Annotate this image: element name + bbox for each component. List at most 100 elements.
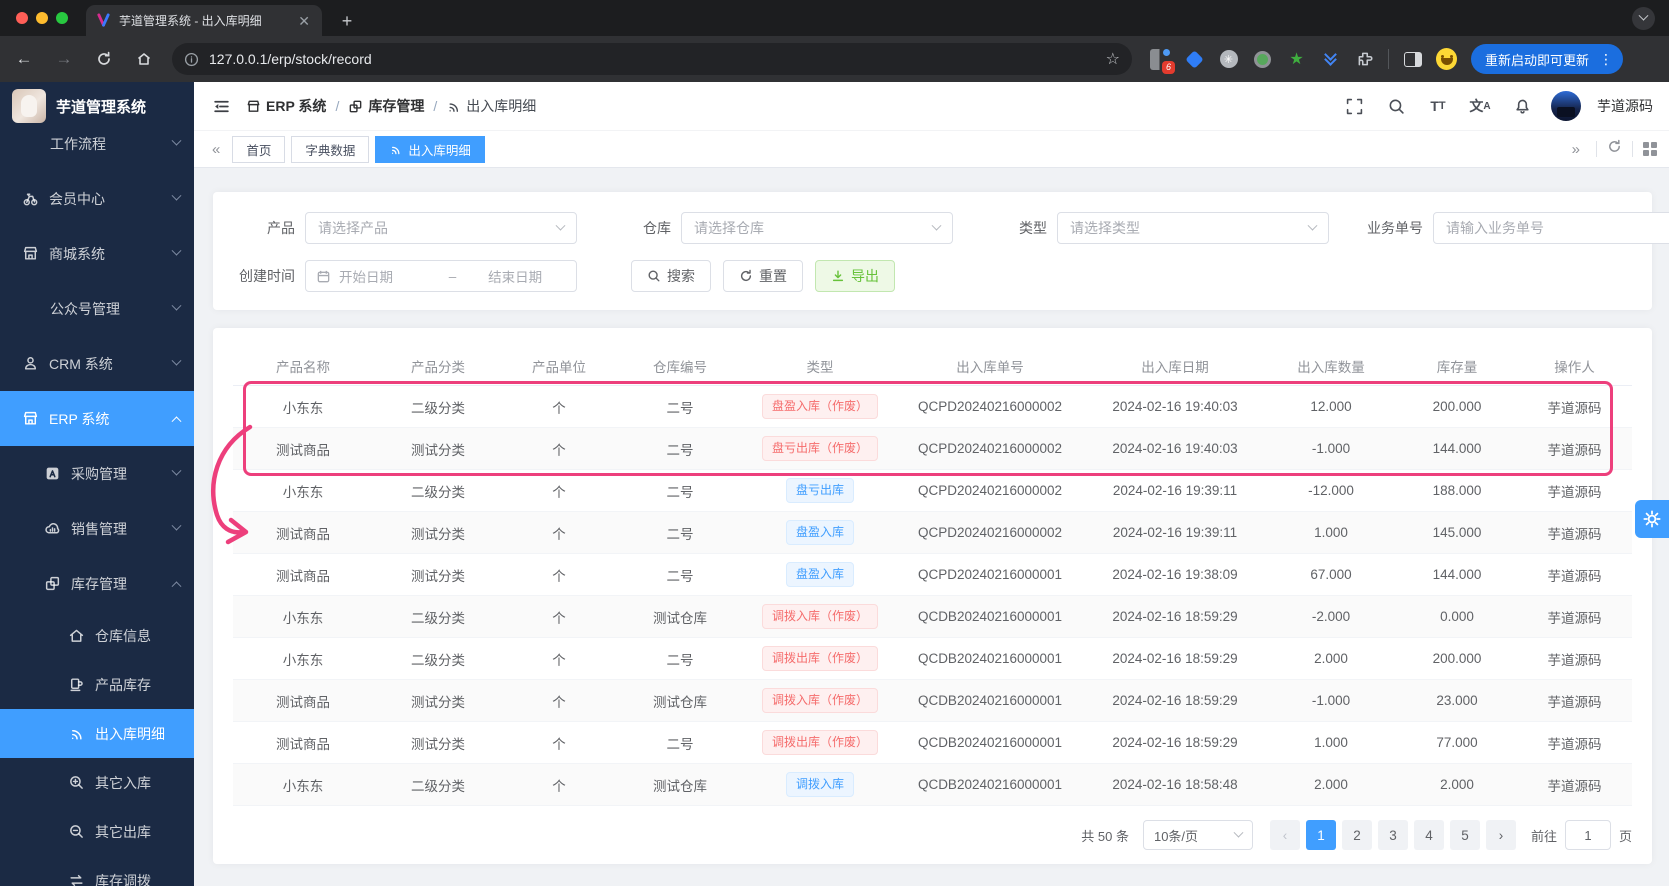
extension-grid-icon[interactable]: 6	[1150, 48, 1175, 74]
cell-no: QCPD20240216000001	[917, 567, 1063, 582]
bookmark-star-icon[interactable]: ☆	[1106, 49, 1120, 69]
page-1-button[interactable]: 1	[1305, 820, 1336, 850]
export-button[interactable]: 导出	[815, 260, 895, 292]
create-time-label: 创建时间	[239, 268, 295, 284]
calendar-icon	[317, 270, 330, 282]
prev-page-button[interactable]: ‹	[1269, 820, 1300, 850]
product-select[interactable]: 请选择产品	[305, 212, 577, 244]
type-select[interactable]: 请选择类型	[1057, 212, 1329, 244]
zoom-out-icon	[68, 823, 85, 840]
profile-avatar-emoji[interactable]	[1436, 48, 1457, 70]
search-button[interactable]: 搜索	[631, 260, 711, 292]
bell-icon[interactable]	[1509, 93, 1535, 119]
sidebar-item-stock-record[interactable]: 出入库明细	[0, 709, 194, 758]
back-icon[interactable]: ←	[8, 43, 40, 75]
side-panel-icon[interactable]	[1402, 49, 1423, 70]
language-icon[interactable]: 文A	[1467, 93, 1493, 119]
sidebar-item-sale[interactable]: 销售管理	[0, 501, 194, 556]
cell-qty: 12.000	[1310, 399, 1352, 414]
browser-update-button[interactable]: 重新启动即可更新 ⋮	[1471, 44, 1624, 74]
extensions-puzzle-icon[interactable]	[1354, 49, 1375, 70]
warehouse-label: 仓库	[643, 220, 671, 236]
address-bar[interactable]: 127.0.0.1/erp/stock/record ☆	[172, 43, 1132, 75]
breadcrumb-separator: /	[433, 98, 438, 114]
breadcrumb-stock[interactable]: 库存管理	[348, 96, 424, 116]
sidebar-item-product-stock[interactable]: 产品库存	[0, 660, 194, 709]
sidebar-item-member[interactable]: 会员中心	[0, 171, 194, 226]
fullscreen-icon[interactable]	[1341, 93, 1367, 119]
site-info-icon[interactable]	[184, 52, 199, 67]
reset-button[interactable]: 重置	[723, 260, 803, 292]
tab-stock-record[interactable]: 出入库明细	[375, 135, 485, 163]
sidebar-item-warehouse-info[interactable]: 仓库信息	[0, 611, 194, 660]
font-size-icon[interactable]: TT	[1425, 93, 1451, 119]
minimize-window-button[interactable]	[36, 12, 48, 24]
user-avatar[interactable]	[1551, 91, 1581, 121]
next-page-button[interactable]: ›	[1485, 820, 1516, 850]
close-window-button[interactable]	[16, 12, 28, 24]
scroll-tabs-right-icon[interactable]: »	[1566, 141, 1586, 158]
zoom-in-icon	[68, 774, 85, 791]
cell-type: 盘盈入库	[745, 520, 895, 545]
extension-gem-icon[interactable]	[1184, 49, 1205, 70]
cell-operator: 芋道源码	[1547, 694, 1602, 710]
sidebar-item-crm[interactable]: CRM 系统	[0, 336, 194, 391]
layout-grid-icon[interactable]	[1643, 142, 1657, 156]
tab-search-button[interactable]	[1632, 7, 1655, 30]
new-tab-button[interactable]: +	[334, 8, 360, 34]
sidebar-item-mp[interactable]: 公众号管理	[0, 281, 194, 336]
reload-icon[interactable]	[88, 43, 120, 75]
tab-close-icon[interactable]: ✕	[296, 14, 312, 28]
cell-operator: 芋道源码	[1547, 484, 1602, 500]
sidebar-item-purchase[interactable]: 采购管理	[0, 446, 194, 501]
filter-type: 类型 请选择类型	[985, 212, 1329, 244]
chevron-up-icon	[171, 416, 182, 427]
extension-green-dot-icon[interactable]	[1252, 49, 1273, 70]
table-row: 测试商品 测试分类 个 二号 盘亏出库（作废） QCPD202402160000…	[233, 428, 1632, 470]
bizno-input[interactable]	[1433, 212, 1669, 244]
cell-date: 2024-02-16 19:38:09	[1112, 567, 1238, 582]
col-product: 产品名称	[276, 359, 330, 375]
page-4-button[interactable]: 4	[1413, 820, 1444, 850]
scroll-tabs-left-icon[interactable]: «	[206, 141, 226, 158]
page-2-button[interactable]: 2	[1341, 820, 1372, 850]
extension-disc-icon[interactable]: ✳	[1218, 49, 1239, 70]
sidebar-item-stock-move[interactable]: 库存调拨	[0, 856, 194, 886]
refresh-tab-icon[interactable]	[1607, 139, 1622, 159]
col-qty: 出入库数量	[1297, 359, 1365, 375]
goto-page-input[interactable]	[1564, 820, 1611, 850]
tab-dict-data[interactable]: 字典数据	[291, 135, 370, 163]
cell-date: 2024-02-16 19:39:11	[1112, 483, 1238, 498]
collapse-sidebar-icon[interactable]	[206, 91, 236, 121]
sidebar-item-other-out[interactable]: 其它出库	[0, 807, 194, 856]
maximize-window-button[interactable]	[56, 12, 68, 24]
browser-tab[interactable]: 芋道管理系统 - 出入库明细 ✕	[86, 5, 322, 36]
cell-stock: 2.000	[1440, 777, 1474, 792]
sidebar-item-mall[interactable]: 商城系统	[0, 226, 194, 281]
sidebar-item-erp[interactable]: ERP 系统	[0, 391, 194, 446]
chevron-down-icon	[171, 190, 182, 201]
extension-star-icon[interactable]: ★	[1286, 49, 1307, 70]
app-logo[interactable]: 芋道管理系统	[0, 82, 194, 130]
chevron-down-icon	[1233, 827, 1244, 838]
home-icon[interactable]	[128, 43, 160, 75]
theme-settings-button[interactable]	[1635, 500, 1669, 538]
cell-date: 2024-02-16 18:59:29	[1112, 651, 1238, 666]
warehouse-select[interactable]: 请选择仓库	[681, 212, 953, 244]
page-3-button[interactable]: 3	[1377, 820, 1408, 850]
cell-product: 小东东	[282, 484, 324, 500]
search-icon[interactable]	[1383, 93, 1409, 119]
forward-icon[interactable]: →	[48, 43, 80, 75]
tab-home[interactable]: 首页	[232, 135, 286, 163]
breadcrumb-erp[interactable]: ERP 系统	[246, 96, 326, 116]
sidebar-item-stock[interactable]: 库存管理	[0, 556, 194, 611]
extension-chevrons-icon[interactable]	[1320, 48, 1341, 70]
page-5-button[interactable]: 5	[1449, 820, 1480, 850]
page-size-select[interactable]: 10条/页	[1142, 820, 1253, 850]
sidebar-item-other-in[interactable]: 其它入库	[0, 758, 194, 807]
member-icon	[22, 190, 39, 207]
date-range-picker[interactable]: 开始日期 – 结束日期	[305, 260, 577, 292]
cell-stock: 144.000	[1432, 441, 1482, 456]
date-separator: –	[448, 268, 457, 284]
browser-menu-icon[interactable]: ⋮	[1595, 51, 1617, 68]
